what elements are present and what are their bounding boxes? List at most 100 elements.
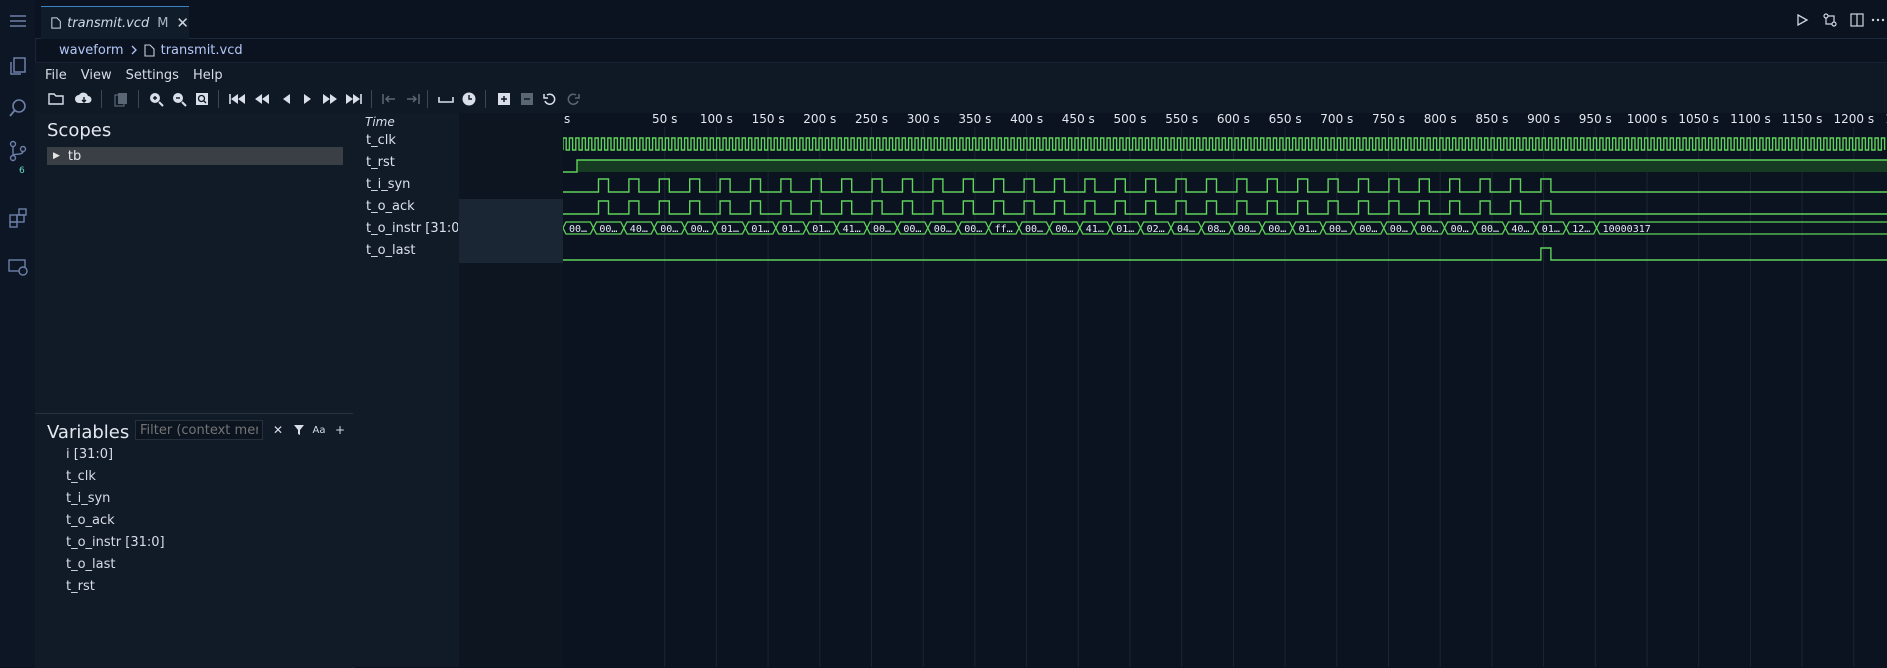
bus-value-label: 00…: [873, 224, 891, 235]
copy-icon[interactable]: [111, 89, 131, 109]
variable-item[interactable]: i [31:0]: [66, 447, 113, 462]
remote-explorer-icon[interactable]: [5, 254, 30, 279]
variable-item[interactable]: t_clk: [66, 469, 96, 484]
search-icon[interactable]: [5, 95, 30, 120]
compare-changes-icon[interactable]: [1821, 11, 1839, 29]
zoom-fit-icon[interactable]: [192, 89, 212, 109]
bus-value-label: 00…: [1238, 224, 1256, 235]
bus-value-label: 40…: [1511, 224, 1529, 235]
remove-icon[interactable]: [517, 89, 537, 109]
signal-name[interactable]: t_clk: [366, 133, 458, 148]
tab-transmit-vcd[interactable]: transmit.vcd M ✕: [41, 6, 189, 39]
next-edge-icon[interactable]: [403, 89, 423, 109]
zoom-out-icon[interactable]: [169, 89, 189, 109]
goto-end-icon[interactable]: [344, 89, 364, 109]
bus-value-label: 00…: [934, 224, 952, 235]
signal-names-panel: Time t_clk t_rst t_i_syn t_o_ack t_o_ins…: [353, 113, 460, 667]
breadcrumb-file[interactable]: transmit.vcd: [161, 43, 243, 58]
bus-value-label: 10000317: [1603, 224, 1651, 235]
scm-badge: 6: [19, 166, 25, 176]
bus-value-label: 00…: [964, 224, 982, 235]
run-icon[interactable]: [1793, 11, 1811, 29]
breadcrumb: waveform transmit.vcd: [35, 39, 1887, 61]
time-tick-label: 750 s: [1372, 113, 1405, 126]
time-tick-label: 150 s: [752, 113, 785, 126]
time-tick-label: 550 s: [1165, 113, 1198, 126]
signal-name[interactable]: t_rst: [366, 155, 458, 170]
fast-forward-icon[interactable]: [320, 89, 340, 109]
bus-value-label: 01…: [1542, 224, 1560, 235]
undo-icon[interactable]: [540, 89, 560, 109]
menu-settings[interactable]: Settings: [126, 68, 179, 83]
value-highlight: [459, 199, 563, 263]
bus-value-label: 08…: [1207, 224, 1225, 235]
signal-name[interactable]: t_o_ack: [366, 199, 458, 214]
signal-values-panel: [459, 113, 564, 667]
signal-name[interactable]: t_o_instr [31:0]: [366, 221, 458, 236]
split-editor-icon[interactable]: [1848, 11, 1866, 29]
menu-bar: File View Settings Help: [35, 62, 1887, 87]
time-tick-label: 950 s: [1579, 113, 1612, 126]
add-variable-icon[interactable]: +: [332, 422, 348, 438]
time-tick-label: 300 s: [907, 113, 940, 126]
bus-value-label: 01…: [1299, 224, 1317, 235]
bus-value-label: 02…: [1147, 224, 1165, 235]
variable-item[interactable]: t_o_ack: [66, 513, 115, 528]
redo-icon[interactable]: [563, 89, 583, 109]
scope-item-tb[interactable]: ▶ tb: [47, 147, 343, 165]
variable-item[interactable]: t_rst: [66, 579, 95, 594]
bus-value-label: 00…: [1329, 224, 1347, 235]
bus-value-label: 00…: [1268, 224, 1286, 235]
activity-bar: 6: [0, 0, 36, 667]
menu-file[interactable]: File: [45, 68, 67, 83]
waveform-viewer[interactable]: s 50 s 100 s 150 s 200 s 250 s 300 s 350 s 400 s…: [563, 113, 1887, 667]
signal-name[interactable]: t_o_last: [366, 243, 458, 258]
variable-item[interactable]: t_o_instr [31:0]: [66, 535, 165, 550]
menu-help[interactable]: Help: [193, 68, 223, 83]
add-icon[interactable]: [494, 89, 514, 109]
variable-item[interactable]: t_i_syn: [66, 491, 110, 506]
signal-name[interactable]: t_i_syn: [366, 177, 458, 192]
step-forward-icon[interactable]: [298, 89, 318, 109]
expand-arrow-icon[interactable]: ▶: [53, 151, 60, 161]
clock-icon[interactable]: [459, 89, 479, 109]
filter-icon[interactable]: [291, 422, 307, 438]
clear-filter-icon[interactable]: ✕: [270, 422, 286, 438]
variables-panel: Variables ✕ Aa + i [31:0] t_clk t_i_syn …: [35, 413, 354, 668]
goto-start-icon[interactable]: [227, 89, 247, 109]
source-control-icon[interactable]: [5, 138, 30, 163]
menu-view[interactable]: View: [81, 68, 112, 83]
bus-value-label: 01…: [751, 224, 769, 235]
explorer-icon[interactable]: [5, 53, 30, 78]
waveform-canvas[interactable]: s 50 s 100 s 150 s 200 s 250 s 300 s 350 s 400 s…: [563, 113, 1887, 667]
breadcrumb-root[interactable]: waveform: [59, 43, 124, 58]
fast-backward-icon[interactable]: [252, 89, 272, 109]
menu-icon[interactable]: [5, 8, 30, 33]
time-tick-label: 1100 s: [1730, 113, 1771, 126]
close-icon[interactable]: ✕: [176, 14, 189, 32]
filter-input[interactable]: [135, 420, 263, 440]
bus-value-label: 40…: [630, 224, 648, 235]
download-icon[interactable]: [74, 89, 94, 109]
zoom-in-icon[interactable]: [146, 89, 166, 109]
bus-value-label: 00…: [1481, 224, 1499, 235]
time-tick-label: 50 s: [652, 113, 677, 126]
time-header: Time: [365, 115, 395, 129]
bus-value-label: 01…: [1116, 224, 1134, 235]
time-tick-label: 200 s: [803, 113, 836, 126]
match-case-icon[interactable]: Aa: [311, 422, 327, 438]
open-file-icon[interactable]: [47, 89, 67, 109]
prev-edge-icon[interactable]: [379, 89, 399, 109]
time-tick-label: 350 s: [958, 113, 991, 126]
step-backward-icon[interactable]: [276, 89, 296, 109]
variable-item[interactable]: t_o_last: [66, 557, 116, 572]
time-tick-label: 800 s: [1424, 113, 1457, 126]
time-tick-label: 1150 s: [1782, 113, 1823, 126]
bus-value-label: 12…: [1572, 224, 1590, 235]
time-tick-label: 850 s: [1475, 113, 1508, 126]
bus-value-label: 01…: [812, 224, 830, 235]
extensions-icon[interactable]: [5, 205, 30, 230]
marker-icon[interactable]: [436, 89, 456, 109]
more-actions-icon[interactable]: [1869, 11, 1887, 29]
bus-value-label: 01…: [721, 224, 739, 235]
